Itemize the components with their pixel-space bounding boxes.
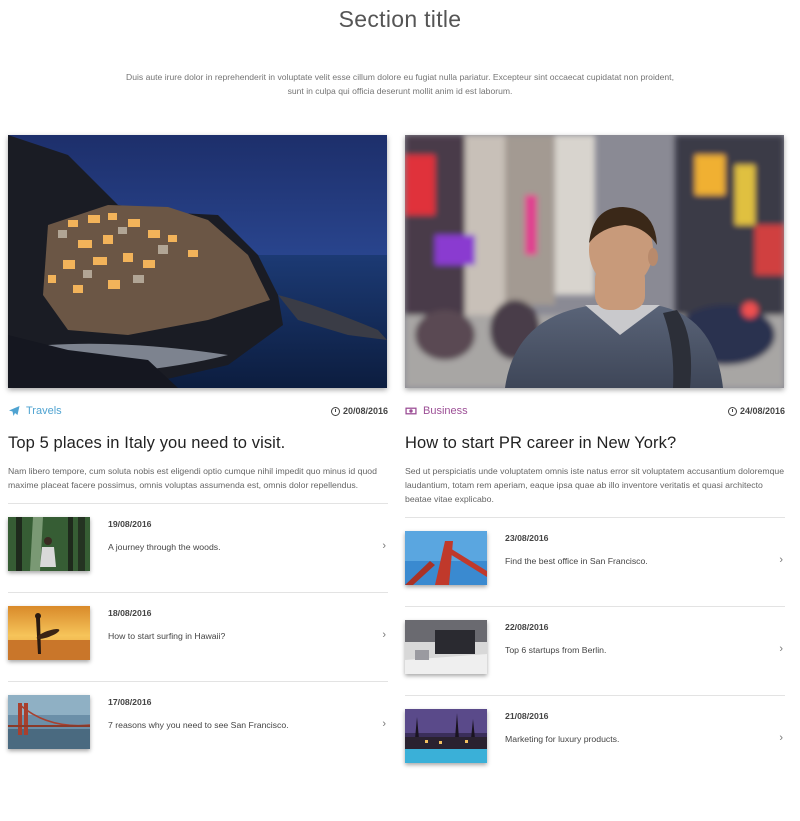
chevron-right-icon[interactable]: › — [382, 629, 386, 641]
item-date: 18/08/2016 — [108, 608, 152, 618]
article-meta: Business 24/08/2016 — [405, 405, 785, 425]
article-title[interactable]: Top 5 places in Italy you need to visit. — [8, 434, 388, 453]
list-item[interactable]: 23/08/2016 Find the best office in San F… — [405, 518, 785, 606]
item-title[interactable]: Find the best office in San Francisco. — [505, 556, 648, 566]
list-item[interactable]: 19/08/2016 A journey through the woods. … — [8, 504, 388, 592]
article-column-business: Business 24/08/2016 How to start PR care… — [405, 135, 785, 784]
chevron-right-icon[interactable]: › — [779, 554, 783, 566]
article-date-text: 24/08/2016 — [739, 406, 785, 416]
article-date-text: 20/08/2016 — [342, 406, 388, 416]
section-intro: Duis aute irure dolor in reprehenderit i… — [126, 72, 674, 96]
category-name: Travels — [26, 405, 62, 417]
item-date: 22/08/2016 — [505, 622, 549, 632]
airplane-icon — [9, 406, 20, 416]
clock-icon — [727, 406, 737, 416]
item-date: 23/08/2016 — [505, 533, 549, 543]
item-title[interactable]: A journey through the woods. — [108, 542, 221, 552]
list-item[interactable]: 22/08/2016 Top 6 startups from Berlin. › — [405, 607, 785, 695]
page: Section title Duis aute irure dolor in r… — [0, 0, 800, 821]
category-label[interactable]: Travels — [8, 405, 62, 417]
thumbnail-office — [405, 531, 487, 585]
desk-picture — [405, 620, 487, 674]
item-date: 19/08/2016 — [108, 519, 152, 529]
thumbnail-surfing — [8, 606, 90, 660]
chevron-right-icon[interactable]: › — [382, 540, 386, 552]
red-bridge-picture — [405, 531, 487, 585]
item-title[interactable]: How to start surfing in Hawaii? — [108, 631, 225, 641]
list-item[interactable]: 18/08/2016 How to start surfing in Hawai… — [8, 593, 388, 681]
item-date: 21/08/2016 — [505, 711, 549, 721]
surfing-picture — [8, 606, 90, 660]
article-date: 24/08/2016 — [727, 406, 785, 416]
article-excerpt: Nam libero tempore, cum soluta nobis est… — [8, 466, 377, 490]
thumbnail-luxury — [405, 709, 487, 763]
article-title[interactable]: How to start PR career in New York? — [405, 434, 785, 453]
article-column-travels: Travels 20/08/2016 Top 5 places in Italy… — [8, 135, 388, 770]
thumbnail-woods — [8, 517, 90, 571]
chevron-right-icon[interactable]: › — [382, 718, 386, 730]
section-title: Section title — [338, 6, 462, 32]
hero-image-italy[interactable] — [8, 135, 387, 388]
hero-italy-picture — [8, 135, 387, 388]
hero-new-york-picture — [405, 135, 784, 388]
list-item[interactable]: 17/08/2016 7 reasons why you need to see… — [8, 682, 388, 770]
list-item[interactable]: 21/08/2016 Marketing for luxury products… — [405, 696, 785, 784]
golden-gate-picture — [8, 695, 90, 749]
chevron-right-icon[interactable]: › — [779, 732, 783, 744]
article-excerpt: Sed ut perspiciatis unde voluptatem omni… — [405, 466, 785, 504]
item-date: 17/08/2016 — [108, 697, 152, 707]
category-label[interactable]: Business — [405, 405, 468, 417]
item-title[interactable]: 7 reasons why you need to see San Franci… — [108, 720, 289, 730]
woods-picture — [8, 517, 90, 571]
article-meta: Travels 20/08/2016 — [8, 405, 388, 425]
item-title[interactable]: Marketing for luxury products. — [505, 734, 619, 744]
thumbnail-startups — [405, 620, 487, 674]
resort-picture — [405, 709, 487, 763]
article-date: 20/08/2016 — [330, 406, 388, 416]
money-icon — [405, 407, 417, 415]
chevron-right-icon[interactable]: › — [779, 643, 783, 655]
item-title[interactable]: Top 6 startups from Berlin. — [505, 645, 606, 655]
clock-icon — [330, 406, 340, 416]
thumbnail-san-francisco — [8, 695, 90, 749]
hero-image-new-york[interactable] — [405, 135, 784, 388]
category-name: Business — [423, 405, 468, 417]
